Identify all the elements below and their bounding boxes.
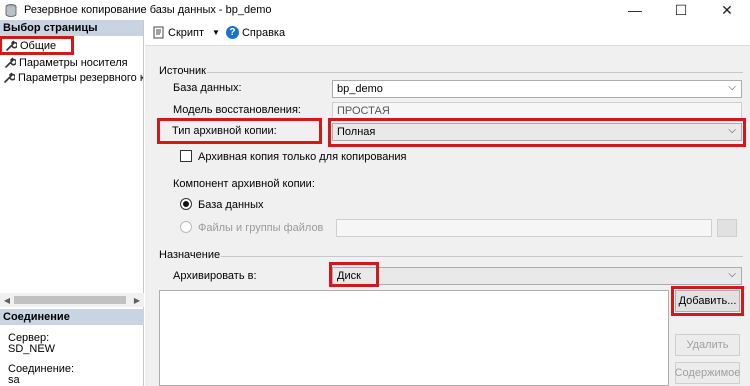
source-separator xyxy=(207,72,743,73)
page-item-label: Параметры носителя xyxy=(19,56,128,69)
database-label: База данных: xyxy=(173,82,242,94)
scrollbar-thumb[interactable] xyxy=(14,296,126,304)
horizontal-scrollbar[interactable]: ◀ ▶ xyxy=(0,293,144,307)
backup-type-select-highlight xyxy=(328,118,746,147)
archive-to-highlight xyxy=(329,262,379,287)
wrench-icon xyxy=(4,57,16,69)
chevron-down-icon[interactable]: ▼ xyxy=(212,28,220,37)
page-item-label: Параметры резервного копир xyxy=(18,71,143,84)
connection-info: Сервер: SD_NEW Соединение: sa xyxy=(8,333,74,386)
backup-type-label: Тип архивной копии: xyxy=(172,125,277,137)
contents-button: Содержимое xyxy=(675,362,740,384)
files-field xyxy=(336,219,712,237)
wrench-icon xyxy=(4,72,15,84)
destination-group-label: Назначение xyxy=(159,249,221,261)
component-files-radio[interactable] xyxy=(180,221,192,233)
component-database-radio[interactable] xyxy=(180,198,192,210)
source-group-label: Источник xyxy=(159,65,206,77)
minimize-button[interactable]: — xyxy=(612,0,658,20)
database-select[interactable]: bp_demo ⌵ xyxy=(332,80,742,98)
destination-separator xyxy=(221,256,743,257)
window-title: Резервное копирование базы данных - bp_d… xyxy=(24,4,272,16)
connection-header: Соединение xyxy=(0,309,144,325)
help-icon: ? xyxy=(225,26,239,39)
script-button[interactable]: Скрипт xyxy=(151,26,204,40)
add-button-highlight xyxy=(671,286,744,316)
title-bar: Резервное копирование базы данных - bp_d… xyxy=(0,0,750,20)
component-label: Компонент архивной копии: xyxy=(173,178,315,190)
help-label: Справка xyxy=(241,26,286,39)
scroll-right-icon[interactable]: ▶ xyxy=(130,293,144,307)
server-value: SD_NEW xyxy=(8,343,56,355)
script-label: Скрипт xyxy=(168,26,205,39)
component-files-label: Файлы и группы файлов xyxy=(198,222,324,234)
archive-to-label: Архивировать в: xyxy=(173,270,257,282)
pages-header: Выбор страницы xyxy=(0,20,143,36)
scroll-left-icon[interactable]: ◀ xyxy=(0,293,14,307)
archive-to-select[interactable]: Диск ⌵ xyxy=(332,267,742,285)
recovery-model-label: Модель восстановления: xyxy=(173,104,301,116)
page-item-backup-options[interactable]: Параметры резервного копир xyxy=(0,70,143,85)
page-list: Общие Параметры носителя Параметры резер… xyxy=(0,36,143,288)
page-item-media-options[interactable]: Параметры носителя xyxy=(0,55,143,70)
chevron-down-icon: ⌵ xyxy=(728,269,736,280)
maximize-button[interactable]: ☐ xyxy=(658,0,704,20)
main-panel: Скрипт ▼ ? Справка Источник База данных:… xyxy=(145,20,750,386)
connection-value: sa xyxy=(8,374,20,386)
database-value: bp_demo xyxy=(337,83,383,95)
files-browse-button xyxy=(717,219,737,237)
window-controls: — ☐ ✕ xyxy=(612,0,750,20)
chevron-down-icon: ⌵ xyxy=(728,82,736,93)
wrench-icon xyxy=(5,40,17,52)
remove-button: Удалить xyxy=(675,334,740,356)
copy-only-checkbox[interactable] xyxy=(180,150,192,162)
toolbar: Скрипт ▼ ? Справка xyxy=(145,20,750,46)
page-item-label: Общие xyxy=(20,39,57,52)
copy-only-label: Архивная копия только для копирования xyxy=(198,151,407,163)
page-item-general[interactable]: Общие xyxy=(0,36,74,55)
script-icon xyxy=(151,26,165,40)
close-button[interactable]: ✕ xyxy=(704,0,750,20)
database-icon xyxy=(4,3,18,17)
destination-list[interactable] xyxy=(159,290,669,386)
component-database-label: База данных xyxy=(198,199,264,211)
left-panel: Выбор страницы Общие Параметры носителя … xyxy=(0,20,144,386)
help-button[interactable]: ? Справка xyxy=(225,26,286,39)
